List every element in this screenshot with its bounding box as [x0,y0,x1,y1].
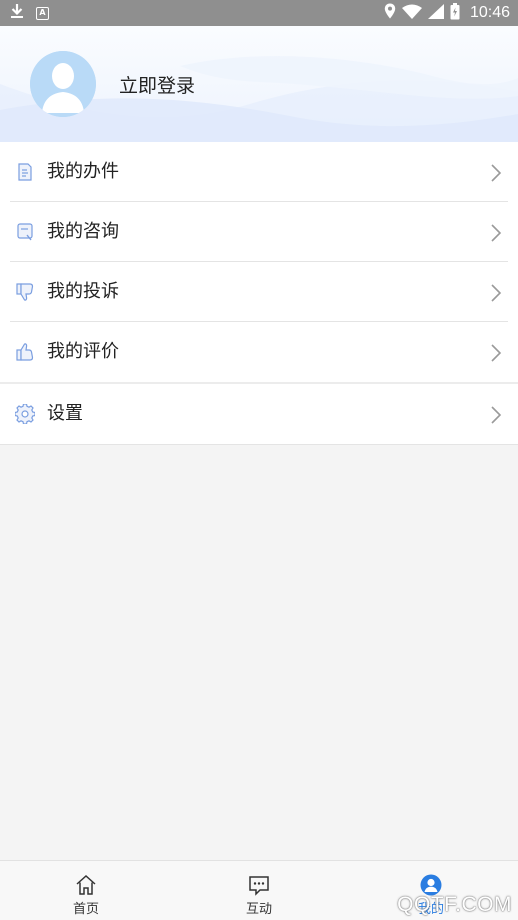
a-notification-icon: A [36,6,49,20]
profile-menu: 我的办件 我的咨询 我的投诉 我的评价 设置 [0,142,518,445]
tab-home[interactable]: 首页 [36,861,136,920]
wifi-icon [401,4,422,23]
chevron-right-icon [490,223,502,243]
menu-item-label: 我的评价 [47,341,119,362]
menu-item-label: 设置 [47,403,83,424]
document-icon [15,162,35,182]
chevron-right-icon [490,405,502,425]
menu-item-my-consultations[interactable]: 我的咨询 [0,202,518,262]
profile-page: A 10:46 立即登录 我的办件 我的咨询 我的投诉 我的评价 设置 首页 互… [0,0,518,920]
tab-interaction[interactable]: 互动 [209,861,309,920]
login-link[interactable]: 立即登录 [119,71,195,98]
menu-item-label: 我的咨询 [47,221,119,242]
battery-icon [450,2,460,24]
chevron-right-icon [490,283,502,303]
thumbs-down-icon [15,282,35,302]
chat-icon [248,874,270,896]
menu-item-my-cases[interactable]: 我的办件 [0,142,518,202]
home-icon [75,874,97,896]
gear-icon [14,403,36,425]
watermark: QQTF.COM [397,893,512,916]
signal-icon [427,3,444,23]
location-icon [384,3,396,23]
consult-icon [15,222,35,242]
status-bar: A 10:46 [0,0,518,26]
thumbs-up-icon [15,342,35,362]
tab-label: 互动 [245,902,272,917]
chevron-right-icon [490,343,502,363]
chevron-right-icon [490,163,502,183]
menu-item-label: 我的办件 [47,161,119,182]
menu-item-settings[interactable]: 设置 [0,384,518,444]
user-avatar-icon[interactable] [30,51,96,117]
download-icon [10,3,24,23]
menu-item-my-reviews[interactable]: 我的评价 [0,322,518,382]
divider [0,444,518,445]
menu-item-my-complaints[interactable]: 我的投诉 [0,262,518,322]
status-time: 10:46 [469,4,510,21]
menu-item-label: 我的投诉 [47,281,119,302]
profile-header: 立即登录 [0,26,518,142]
tab-label: 首页 [72,902,99,917]
